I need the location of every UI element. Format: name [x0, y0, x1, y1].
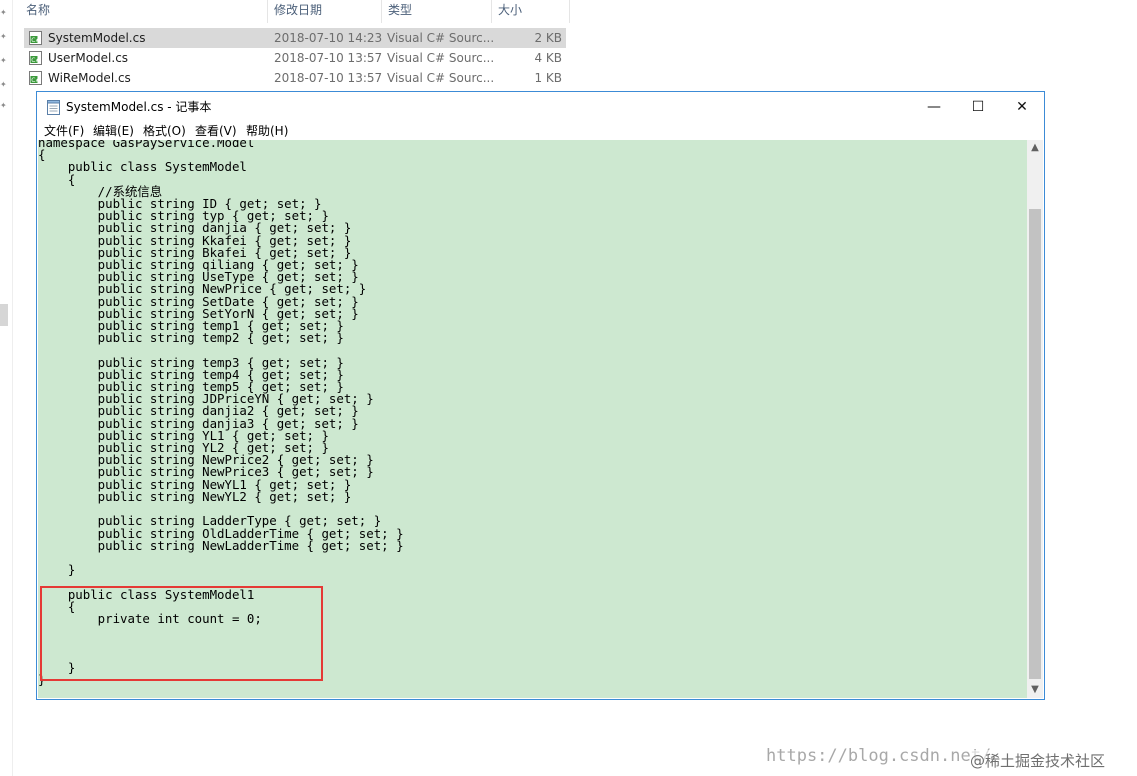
- svg-text:C#: C#: [31, 57, 40, 64]
- annotation-highlight: [40, 586, 323, 681]
- file-type: Visual C# Sourc...: [387, 31, 495, 45]
- csharp-file-icon: C#: [29, 31, 42, 45]
- navigation-pane: ✦ ✦ ✦ ✦ ✦: [0, 0, 13, 776]
- file-list-header: 名称 修改日期 类型 大小: [20, 0, 570, 23]
- pin-icon[interactable]: ✦: [0, 101, 7, 110]
- csharp-file-icon: C#: [29, 51, 42, 65]
- scrollbar-thumb[interactable]: [1029, 209, 1041, 679]
- file-modified: 2018-07-10 14:23: [274, 31, 383, 45]
- file-size: 1 KB: [534, 71, 562, 85]
- column-header-type[interactable]: 类型: [382, 0, 492, 23]
- minimize-button[interactable]: —: [912, 92, 956, 122]
- file-type: Visual C# Sourc...: [387, 51, 495, 65]
- file-row[interactable]: C# UserModel.cs 2018-07-10 13:57 Visual …: [24, 48, 566, 68]
- vertical-scrollbar[interactable]: ▲ ▼: [1027, 140, 1043, 698]
- watermark-url: https://blog.csdn.net/: [766, 746, 992, 766]
- svg-text:C#: C#: [31, 77, 40, 84]
- maximize-button[interactable]: ☐: [956, 92, 1000, 122]
- svg-text:C#: C#: [31, 37, 40, 44]
- file-type: Visual C# Sourc...: [387, 71, 495, 85]
- pin-icon[interactable]: ✦: [0, 8, 7, 17]
- menu-file[interactable]: 文件(F): [44, 122, 84, 140]
- file-name: SystemModel.cs: [48, 31, 146, 45]
- file-name: WiReModel.cs: [48, 71, 131, 85]
- menu-format[interactable]: 格式(O): [143, 122, 186, 140]
- notepad-icon: [47, 100, 60, 115]
- pin-icon[interactable]: ✦: [0, 32, 7, 41]
- close-button[interactable]: ✕: [1000, 92, 1044, 122]
- file-size: 4 KB: [534, 51, 562, 65]
- title-bar[interactable]: SystemModel.cs - 记事本 — ☐ ✕: [37, 92, 1044, 122]
- file-row[interactable]: C# SystemModel.cs 2018-07-10 14:23 Visua…: [24, 28, 566, 48]
- csharp-file-icon: C#: [29, 71, 42, 85]
- file-name: UserModel.cs: [48, 51, 129, 65]
- menu-help[interactable]: 帮助(H): [246, 122, 288, 140]
- file-size: 2 KB: [534, 31, 562, 45]
- column-header-modified[interactable]: 修改日期: [268, 0, 382, 23]
- watermark-community: @稀土掘金技术社区: [970, 750, 1106, 771]
- menu-view[interactable]: 查看(V): [195, 122, 237, 140]
- menu-edit[interactable]: 编辑(E): [93, 122, 134, 140]
- pin-icon[interactable]: ✦: [0, 80, 7, 89]
- window-title: SystemModel.cs - 记事本: [66, 100, 212, 114]
- menu-bar: 文件(F) 编辑(E) 格式(O) 查看(V) 帮助(H): [37, 122, 1044, 140]
- file-modified: 2018-07-10 13:57: [274, 51, 383, 65]
- scroll-down-arrow-icon[interactable]: ▼: [1027, 682, 1043, 698]
- pin-icon[interactable]: ✦: [0, 56, 7, 65]
- column-header-size[interactable]: 大小: [492, 0, 570, 23]
- file-modified: 2018-07-10 13:57: [274, 71, 383, 85]
- file-row[interactable]: C# WiReModel.cs 2018-07-10 13:57 Visual …: [24, 68, 566, 88]
- column-header-name[interactable]: 名称: [20, 0, 268, 23]
- scroll-up-arrow-icon[interactable]: ▲: [1027, 140, 1043, 156]
- nav-scrollbar-thumb[interactable]: [0, 304, 8, 326]
